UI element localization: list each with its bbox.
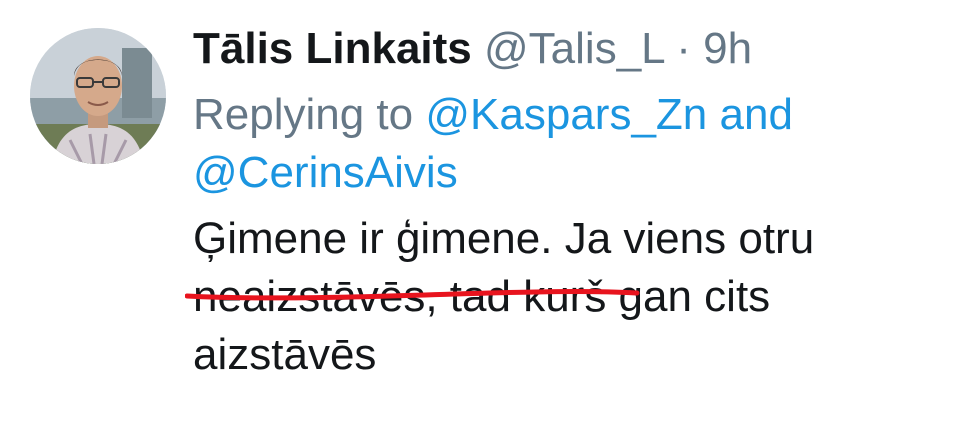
author-name[interactable]: Tālis Linkaits	[193, 24, 472, 73]
replying-prefix: Replying to	[193, 90, 414, 139]
tweet-header: Tālis Linkaits @Talis_L · 9h	[193, 20, 953, 78]
tweet-content: Tālis Linkaits @Talis_L · 9h Replying to…	[193, 20, 953, 384]
tweet-text-line: aizstāvēs	[193, 330, 377, 379]
author-avatar[interactable]	[30, 28, 166, 164]
author-handle[interactable]: @Talis_L	[484, 24, 664, 73]
reply-mention-link[interactable]: @Kaspars_Zn	[425, 90, 707, 139]
highlighted-phrase: Ģimene ir ģimene.	[193, 214, 553, 263]
tweet-timestamp[interactable]: 9h	[703, 24, 752, 73]
header-separator: ·	[676, 24, 691, 73]
tweet-text-line: neaizstāvēs, tad kurš gan cits	[193, 272, 771, 321]
reply-mention-link[interactable]: @CerinsAivis	[193, 148, 458, 197]
replying-to-line: Replying to @Kaspars_Zn and @CerinsAivis	[193, 86, 953, 202]
tweet-text-rest: Ja viens otru	[552, 214, 815, 263]
reply-conjunction: and	[719, 90, 793, 139]
tweet-body: Ģimene ir ģimene. Ja viens otru neaizstā…	[193, 210, 953, 384]
profile-photo-icon	[30, 28, 166, 164]
